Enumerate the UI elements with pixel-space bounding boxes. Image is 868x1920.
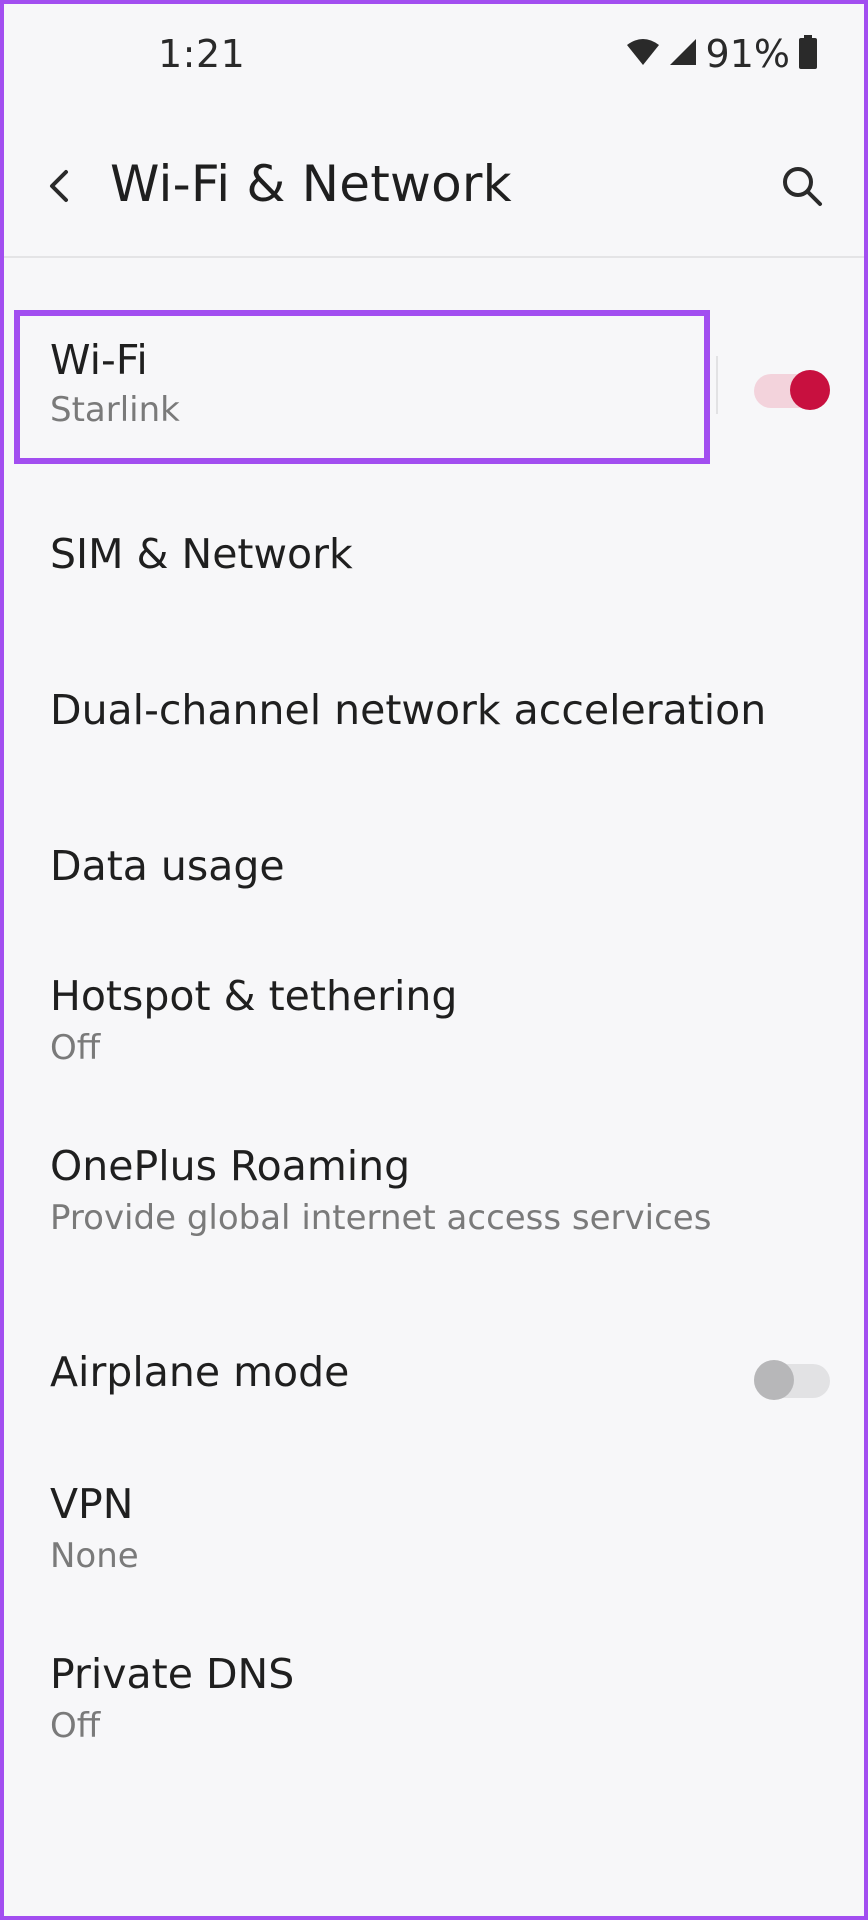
battery-icon bbox=[798, 35, 818, 73]
list-item-hotspot[interactable]: Hotspot & tethering Off bbox=[0, 958, 868, 1108]
list-item-dual-channel[interactable]: Dual-channel network acceleration bbox=[0, 654, 868, 774]
list-item-title: SIM & Network bbox=[50, 530, 353, 578]
list-item-airplane-mode[interactable]: Airplane mode bbox=[0, 1314, 868, 1434]
toggle-divider bbox=[716, 356, 718, 414]
list-item-title: Dual-channel network acceleration bbox=[50, 686, 767, 734]
list-item-title: Hotspot & tethering bbox=[50, 972, 458, 1020]
wifi-toggle[interactable] bbox=[754, 370, 830, 410]
toggle-thumb bbox=[754, 1360, 794, 1400]
list-item-title: Data usage bbox=[50, 842, 285, 890]
back-button[interactable] bbox=[30, 158, 90, 218]
toggle-thumb bbox=[790, 370, 830, 410]
status-bar: 1:21 91% bbox=[0, 0, 868, 112]
list-item-data-usage[interactable]: Data usage bbox=[0, 810, 868, 930]
app-bar: Wi-Fi & Network bbox=[0, 112, 868, 258]
chevron-left-icon bbox=[46, 169, 74, 207]
search-button[interactable] bbox=[772, 158, 832, 218]
status-icons: 91% bbox=[626, 32, 818, 76]
search-icon bbox=[780, 164, 824, 212]
list-item-title: OnePlus Roaming bbox=[50, 1142, 411, 1190]
list-item-private-dns[interactable]: Private DNS Off bbox=[0, 1636, 868, 1786]
page-title: Wi-Fi & Network bbox=[110, 155, 512, 213]
status-time: 1:21 bbox=[158, 32, 246, 76]
highlight-box bbox=[14, 310, 710, 464]
cellular-signal-icon bbox=[668, 37, 698, 71]
wifi-signal-icon bbox=[626, 37, 660, 71]
airplane-mode-toggle[interactable] bbox=[754, 1360, 830, 1400]
list-item-subtitle: Off bbox=[50, 1706, 101, 1746]
list-item-subtitle: Provide global internet access services bbox=[50, 1198, 712, 1238]
battery-percent: 91% bbox=[705, 32, 790, 76]
list-item-title: Private DNS bbox=[50, 1650, 295, 1698]
list-item-subtitle: None bbox=[50, 1536, 139, 1576]
list-item-title: VPN bbox=[50, 1480, 134, 1528]
list-item-subtitle: Off bbox=[50, 1028, 101, 1068]
list-item-oneplus-roaming[interactable]: OnePlus Roaming Provide global internet … bbox=[0, 1128, 868, 1278]
list-item-vpn[interactable]: VPN None bbox=[0, 1466, 868, 1616]
list-item-title: Airplane mode bbox=[50, 1348, 350, 1396]
list-item-sim-network[interactable]: SIM & Network bbox=[0, 498, 868, 618]
